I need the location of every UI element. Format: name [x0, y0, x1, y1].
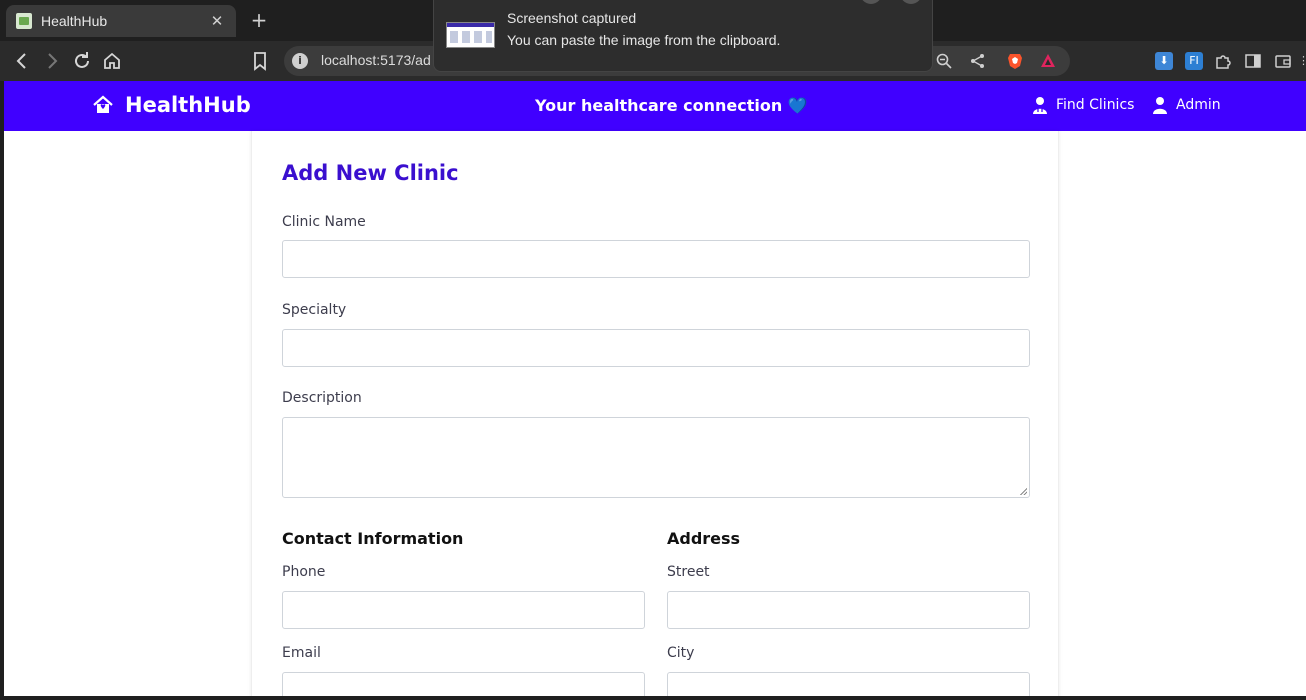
forward-icon[interactable]	[40, 49, 64, 73]
notification-title: Screenshot captured	[507, 10, 637, 26]
page-title: Add New Clinic	[282, 161, 459, 185]
share-icon[interactable]	[969, 52, 987, 70]
screenshot-thumbnail	[446, 22, 495, 48]
close-icon[interactable]: ✕	[208, 12, 226, 30]
download-extension-icon[interactable]: ⬇	[1155, 52, 1173, 70]
notification-settings-icon[interactable]	[860, 0, 882, 4]
browser-tab[interactable]: HealthHub ✕	[6, 5, 236, 37]
brand-name: HealthHub	[125, 93, 251, 117]
description-label: Description	[282, 390, 362, 406]
description-textarea[interactable]	[282, 417, 1030, 498]
notification-close-icon[interactable]	[900, 0, 922, 4]
heart-icon: 💙	[787, 96, 808, 115]
app-header: HealthHub Your healthcare connection 💙 F…	[4, 81, 1306, 131]
wallet-icon[interactable]	[1274, 52, 1292, 70]
specialty-input[interactable]	[282, 329, 1030, 367]
resize-handle-icon[interactable]	[1020, 488, 1027, 495]
bookmark-icon[interactable]	[248, 49, 272, 73]
brave-shields-icon[interactable]	[1006, 52, 1024, 70]
phone-label: Phone	[282, 564, 326, 580]
nav-find-clinics-label: Find Clinics	[1056, 97, 1135, 113]
tagline: Your healthcare connection 💙	[535, 96, 808, 115]
nav-admin[interactable]: Admin	[1152, 96, 1221, 114]
sidebar-icon[interactable]	[1244, 52, 1262, 70]
street-input[interactable]	[667, 591, 1030, 629]
home-icon	[93, 95, 113, 113]
home-icon[interactable]	[100, 49, 124, 73]
extensions-puzzle-icon[interactable]	[1214, 52, 1232, 70]
screenshot-notification: Screenshot captured You can paste the im…	[433, 0, 933, 72]
new-tab-icon[interactable]: +	[248, 9, 270, 31]
tab-title: HealthHub	[41, 13, 108, 29]
zoom-icon[interactable]	[935, 52, 953, 70]
notification-body: You can paste the image from the clipboa…	[507, 32, 781, 48]
nav-find-clinics[interactable]: Find Clinics	[1032, 96, 1134, 114]
reload-icon[interactable]	[70, 49, 94, 73]
tagline-text: Your healthcare connection	[535, 96, 783, 115]
brave-rewards-icon[interactable]	[1039, 52, 1057, 70]
email-input[interactable]	[282, 672, 645, 696]
city-label: City	[667, 645, 695, 661]
nav-admin-label: Admin	[1176, 97, 1221, 113]
address-section-title: Address	[667, 529, 741, 548]
clinic-name-input[interactable]	[282, 240, 1030, 278]
site-info-icon[interactable]: i	[292, 53, 308, 69]
add-clinic-form: Add New Clinic Clinic Name Specialty Des…	[251, 131, 1059, 696]
doctor-icon	[1033, 97, 1047, 114]
extension-fi-icon[interactable]: FI	[1185, 52, 1203, 70]
page-viewport: HealthHub Your healthcare connection 💙 F…	[4, 81, 1306, 696]
menu-icon[interactable]: ⋮	[1298, 52, 1306, 70]
contact-section-title: Contact Information	[282, 529, 464, 548]
user-icon	[1153, 97, 1167, 114]
tab-favicon-icon	[16, 13, 32, 29]
phone-input[interactable]	[282, 591, 645, 629]
brand-link[interactable]: HealthHub	[92, 93, 251, 117]
specialty-label: Specialty	[282, 302, 347, 318]
street-label: Street	[667, 564, 710, 580]
clinic-name-label: Clinic Name	[282, 214, 366, 230]
email-label: Email	[282, 645, 321, 661]
back-icon[interactable]	[10, 49, 34, 73]
city-input[interactable]	[667, 672, 1030, 696]
url-text: localhost:5173/ad	[321, 52, 431, 68]
